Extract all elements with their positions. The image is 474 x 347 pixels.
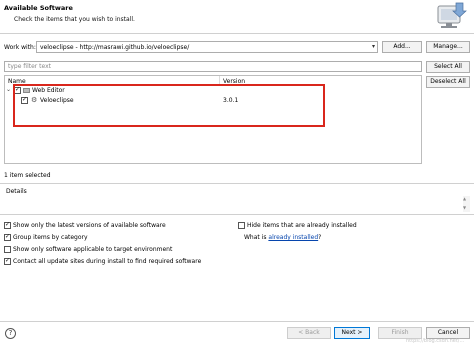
chevron-down-icon[interactable]: ▾ bbox=[372, 43, 375, 50]
highlight-annotation bbox=[13, 84, 325, 127]
watermark: https://blog.csdn.net/... bbox=[406, 338, 465, 344]
footer-separator bbox=[0, 321, 474, 322]
help-icon[interactable]: ? bbox=[5, 328, 16, 339]
add-site-button[interactable]: Add... bbox=[382, 41, 422, 53]
scroll-down-icon[interactable]: ▼ bbox=[463, 205, 466, 210]
what-is-prefix: What is bbox=[244, 234, 267, 241]
manage-sites-button[interactable]: Manage... bbox=[426, 41, 470, 53]
work-with-value: veloeclipse - http://masrawi.github.io/v… bbox=[40, 44, 190, 51]
selection-status: 1 item selected bbox=[4, 172, 51, 179]
contact-sites-checkbox[interactable] bbox=[4, 257, 11, 265]
what-is-suffix: ? bbox=[318, 234, 322, 241]
page-description: Check the items that you wish to install… bbox=[14, 16, 135, 23]
back-button[interactable]: < Back bbox=[287, 327, 331, 339]
software-tree[interactable]: Name Version ⌄ Web Editor ⚙ Veloeclipse … bbox=[4, 75, 422, 164]
work-with-combo[interactable]: veloeclipse - http://masrawi.github.io/v… bbox=[36, 41, 378, 53]
next-button[interactable]: Next > bbox=[334, 327, 370, 339]
scroll-up-icon[interactable]: ▲ bbox=[463, 196, 466, 201]
target-env-checkbox[interactable] bbox=[4, 246, 11, 253]
latest-versions-checkbox[interactable] bbox=[4, 221, 11, 229]
deselect-all-button[interactable]: Deselect All bbox=[426, 76, 470, 88]
group-by-category-label: Group items by category bbox=[13, 234, 88, 241]
details-label: Details bbox=[6, 188, 27, 195]
wizard-header: Available Software Check the items that … bbox=[0, 0, 474, 34]
filter-input[interactable]: type filter text bbox=[4, 61, 422, 72]
page-title: Available Software bbox=[4, 4, 73, 12]
work-with-label: Work with: bbox=[4, 44, 36, 51]
install-wizard-icon bbox=[437, 2, 467, 28]
contact-sites-label: Contact all update sites during install … bbox=[13, 258, 202, 265]
already-installed-text: What is already installed? bbox=[244, 234, 321, 241]
expand-arrow-icon[interactable]: ⌄ bbox=[6, 86, 11, 93]
details-panel: Details ▲ ▼ bbox=[0, 183, 474, 215]
details-scrollbar[interactable]: ▲ ▼ bbox=[463, 196, 470, 212]
hide-installed-label: Hide items that are already installed bbox=[247, 222, 357, 229]
hide-installed-checkbox[interactable] bbox=[238, 222, 245, 229]
target-env-label: Show only software applicable to target … bbox=[13, 246, 173, 253]
group-by-category-checkbox[interactable] bbox=[4, 233, 11, 241]
select-all-button[interactable]: Select All bbox=[426, 61, 470, 73]
latest-versions-label: Show only the latest versions of availab… bbox=[13, 222, 166, 229]
filter-placeholder: type filter text bbox=[8, 63, 52, 70]
already-installed-link[interactable]: already installed bbox=[268, 234, 318, 241]
